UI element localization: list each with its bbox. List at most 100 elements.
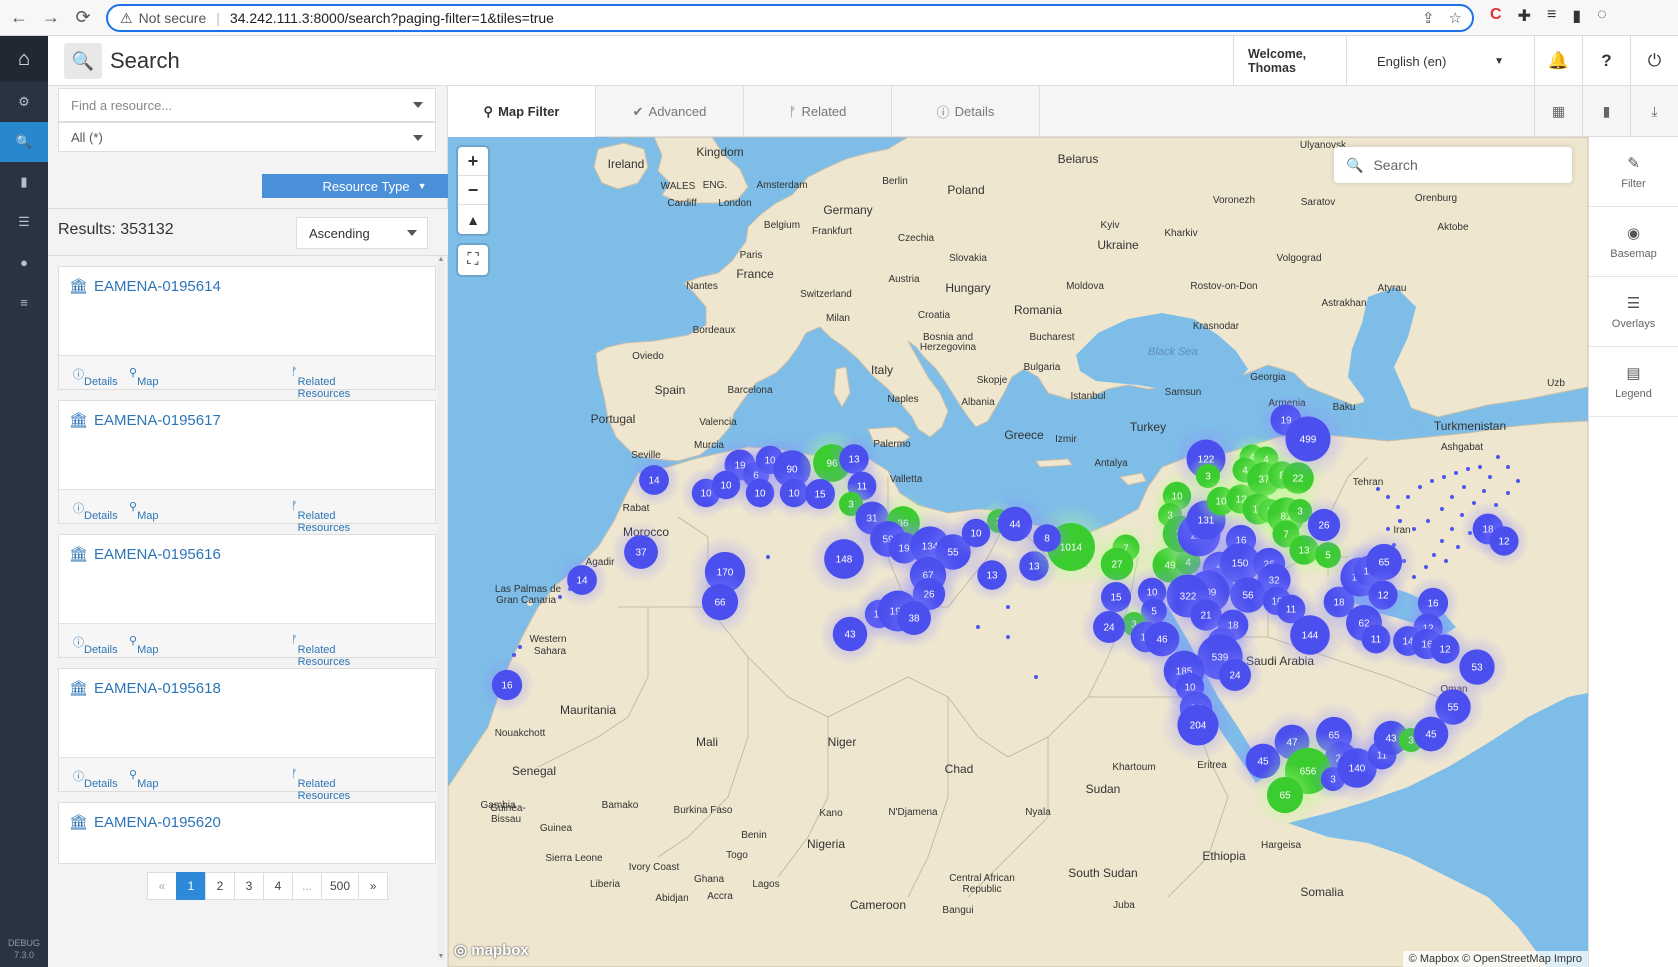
compass-icon[interactable]: ▲ <box>458 205 488 234</box>
map-link[interactable]: ⚲ Map <box>129 634 158 656</box>
list-icon[interactable]: ☰ <box>0 202 48 242</box>
url-text[interactable]: 34.242.111.3:8000/search?paging-filter=1… <box>230 10 554 26</box>
user-icon[interactable]: ● <box>0 242 48 282</box>
map-cluster[interactable]: 45 <box>1399 702 1463 766</box>
land-sardinia <box>833 366 851 409</box>
place-label: Atyrau <box>1378 283 1407 294</box>
download-icon[interactable]: ⤓ <box>1630 86 1678 137</box>
map-cluster[interactable]: 38 <box>883 587 945 649</box>
map-cluster[interactable]: 43 <box>819 603 881 665</box>
map-cluster[interactable]: 499 <box>1267 398 1349 480</box>
result-title[interactable]: 🏛 EAMENA-0195616 <box>69 545 221 564</box>
related-link[interactable]: ᚠ Related Resources <box>291 768 350 802</box>
result-title[interactable]: 🏛 EAMENA-0195614 <box>69 277 221 296</box>
map-cluster[interactable]: 66 <box>687 569 753 635</box>
mapbox-logo-text: mapbox <box>471 942 529 959</box>
help-icon[interactable]: ? <box>1582 36 1630 86</box>
place-label: Lagos <box>752 879 779 890</box>
media-icon[interactable]: ≡ <box>1547 6 1556 26</box>
calendar-icon[interactable]: ▦ <box>1534 86 1582 137</box>
basemap-tool[interactable]: ◉ Basemap <box>1589 207 1678 277</box>
map-link[interactable]: ⚲ Map <box>129 366 158 388</box>
map-cluster[interactable]: 14 <box>555 553 609 607</box>
sidepanel-icon[interactable]: ▮ <box>1572 6 1581 26</box>
star-icon[interactable]: ☆ <box>1449 9 1462 27</box>
page-prev[interactable]: « <box>147 872 177 900</box>
language-select[interactable]: English (en) ▼ <box>1346 36 1534 86</box>
menu-icon[interactable]: ≡ <box>0 282 48 322</box>
reload-icon[interactable]: ⟳ <box>70 5 96 31</box>
tab-map-filter[interactable]: ⚲ Map Filter <box>448 86 596 137</box>
result-title[interactable]: 🏛 EAMENA-0195617 <box>69 411 221 430</box>
map-cluster[interactable]: 14 <box>627 453 681 507</box>
map-link[interactable]: ⚲ Map <box>129 768 158 790</box>
search-nav-icon[interactable]: 🔍 <box>0 122 48 162</box>
filter-tool[interactable]: ✎ Filter <box>1589 137 1678 207</box>
scroll-up-icon[interactable]: ▲ <box>437 256 445 263</box>
map-cluster[interactable]: 65 <box>1252 762 1318 828</box>
bookmark-icon[interactable]: ▮ <box>1582 86 1630 137</box>
page-2[interactable]: 2 <box>205 872 235 900</box>
extension-icon[interactable]: C <box>1490 6 1502 26</box>
details-link[interactable]: ⓘ Details <box>73 634 118 656</box>
scroll-down-icon[interactable]: ▼ <box>437 953 445 960</box>
map-cluster[interactable]: 37 <box>610 521 672 583</box>
find-placeholder: Find a resource... <box>71 97 173 113</box>
logout-icon[interactable]: ⏻ <box>1630 36 1678 86</box>
address-bar[interactable]: ⚠ Not secure | 34.242.111.3:8000/search?… <box>106 4 1474 32</box>
puzzle-icon[interactable]: ✚ <box>1518 6 1531 26</box>
map-attribution[interactable]: © Mapbox © OpenStreetMap Impro <box>1402 951 1588 967</box>
map-cluster[interactable]: 12 <box>1477 514 1531 568</box>
legend-tool[interactable]: ▤ Legend <box>1589 347 1678 417</box>
mapbox-logo[interactable]: ◎ mapbox <box>454 941 529 959</box>
result-title-text: EAMENA-0195617 <box>94 411 221 429</box>
fullscreen-icon[interactable]: ⛶ <box>458 245 488 275</box>
tab-advanced[interactable]: ✔ Advanced <box>596 86 744 137</box>
tab-details[interactable]: ⓘ Details <box>892 86 1040 137</box>
cluster-count: 24 <box>1229 671 1241 682</box>
filter-select[interactable]: All (*) <box>58 122 436 152</box>
sort-select[interactable]: Ascending <box>296 217 428 249</box>
result-title[interactable]: 🏛 EAMENA-0195618 <box>69 679 221 698</box>
map-cluster[interactable]: 8 <box>1022 513 1072 563</box>
related-link[interactable]: ᚠ Related Resources <box>291 500 350 534</box>
page-next[interactable]: » <box>358 872 389 900</box>
page-4[interactable]: 4 <box>263 872 293 900</box>
arches-logo-icon[interactable]: ⌂ <box>0 36 48 82</box>
details-link[interactable]: ⓘ Details <box>73 768 118 790</box>
map-canvas[interactable]: Ireland Kingdom WALES ENG. Cardiff London Amst… <box>448 137 1588 967</box>
map-cluster[interactable]: 148 <box>808 523 880 595</box>
back-icon[interactable]: ← <box>6 5 32 31</box>
forward-icon[interactable]: → <box>38 5 64 31</box>
bell-icon[interactable]: 🔔 <box>1534 36 1582 86</box>
map-search-input[interactable]: 🔍 Search <box>1334 147 1572 183</box>
place-label: Tehran <box>1353 477 1384 488</box>
overlays-tool[interactable]: ☰ Overlays <box>1589 277 1678 347</box>
place-label: Greece <box>1004 428 1044 442</box>
zoom-out-button[interactable]: − <box>458 176 488 205</box>
details-link[interactable]: ⓘ Details <box>73 366 118 388</box>
map-view[interactable]: Ireland Kingdom WALES ENG. Cardiff London Amst… <box>448 137 1588 967</box>
warning-icon[interactable]: ⚠ <box>120 10 133 27</box>
search-icon: 🔍 <box>64 43 102 79</box>
zoom-in-button[interactable]: + <box>458 147 488 176</box>
details-link[interactable]: ⓘ Details <box>73 500 118 522</box>
map-cluster[interactable]: 204 <box>1160 687 1236 763</box>
result-title[interactable]: 🏛 EAMENA-0195620 <box>69 813 221 832</box>
dashboard-icon[interactable]: ⚙ <box>0 82 48 122</box>
profile-icon[interactable]: ◌ <box>1597 6 1607 26</box>
share-icon[interactable]: ⇪ <box>1422 9 1435 27</box>
related-link[interactable]: ᚠ Related Resources <box>291 366 350 400</box>
find-resource-input[interactable]: Find a resource... <box>58 88 436 122</box>
page-1[interactable]: 1 <box>176 872 206 900</box>
debug-label: DEBUG <box>7 938 40 948</box>
tab-related[interactable]: ᚠ Related <box>744 86 892 137</box>
bookmark-icon[interactable]: ▮ <box>0 162 48 202</box>
map-cluster[interactable]: 16 <box>479 657 535 713</box>
page-3[interactable]: 3 <box>234 872 264 900</box>
scrollbar[interactable]: ▲ ▼ <box>437 256 445 960</box>
welcome-user[interactable]: Welcome, Thomas <box>1233 36 1346 86</box>
map-link[interactable]: ⚲ Map <box>129 500 158 522</box>
page-500[interactable]: 500 <box>321 872 360 900</box>
related-link[interactable]: ᚠ Related Resources <box>291 634 350 668</box>
